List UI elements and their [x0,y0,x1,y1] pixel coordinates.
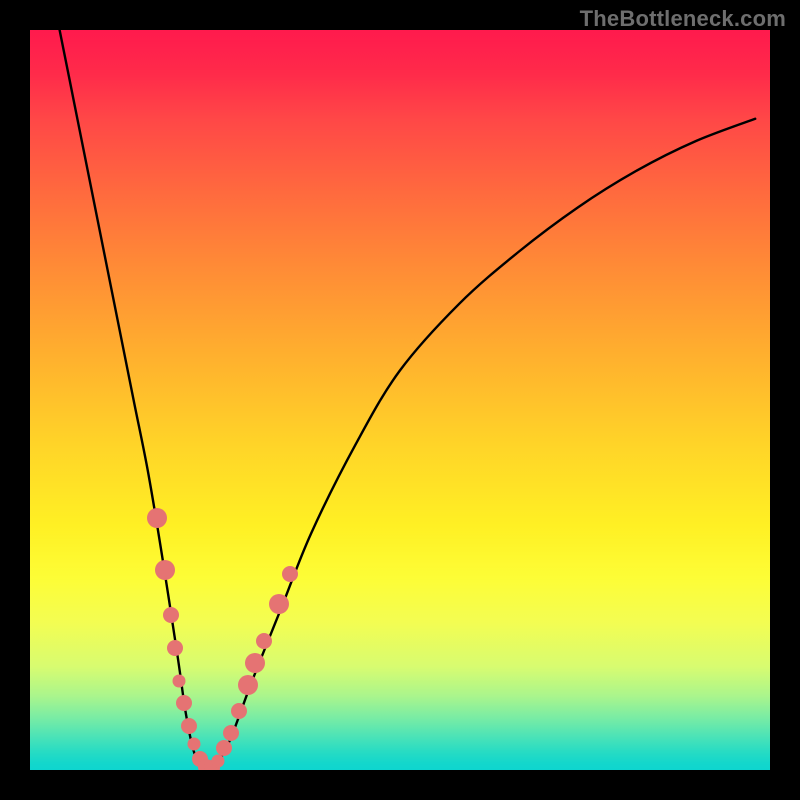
data-marker [147,508,167,528]
data-marker [269,594,289,614]
watermark-text: TheBottleneck.com [580,6,786,32]
data-marker [223,725,239,741]
data-marker [176,695,192,711]
data-marker [282,566,298,582]
data-marker [188,738,201,751]
data-marker [163,607,179,623]
data-marker [238,675,258,695]
data-marker [181,718,197,734]
plot-area [30,30,770,770]
data-marker [231,703,247,719]
chart-frame: TheBottleneck.com [0,0,800,800]
data-marker [167,640,183,656]
data-marker [155,560,175,580]
data-marker [216,740,232,756]
bottleneck-curve [30,30,770,770]
data-marker [256,633,272,649]
data-marker [173,675,186,688]
data-marker [245,653,265,673]
data-marker [211,755,224,768]
